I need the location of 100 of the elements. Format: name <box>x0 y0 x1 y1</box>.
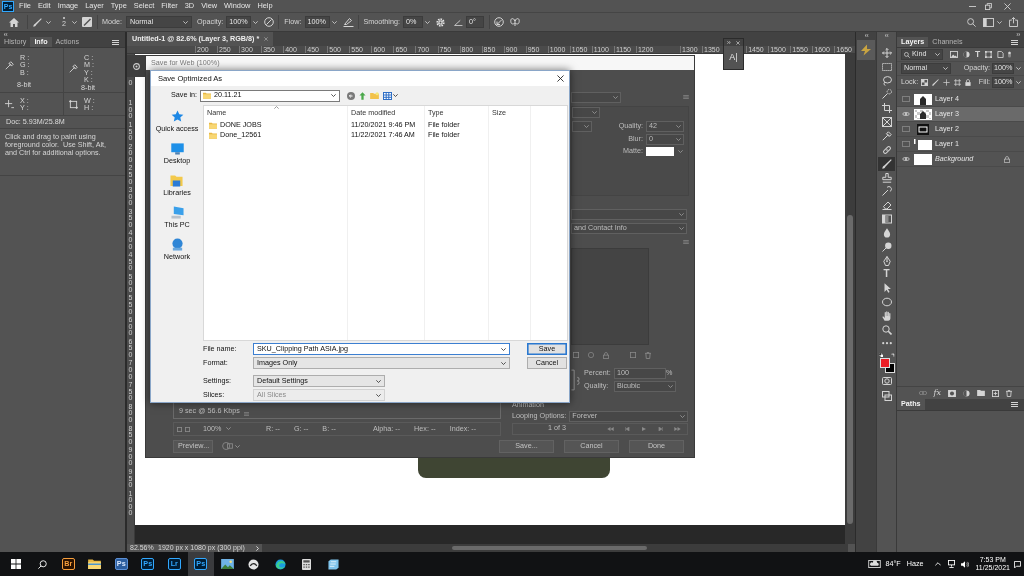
stamp-icon <box>881 172 892 183</box>
screen-mode-icon <box>881 391 892 402</box>
toggle-icon[interactable] <box>1008 51 1012 58</box>
folder-icon[interactable] <box>977 390 985 396</box>
next-frame-icon[interactable] <box>657 426 663 431</box>
folder-icon <box>203 92 211 99</box>
view-menu-button[interactable] <box>383 91 398 100</box>
lock-icon[interactable] <box>603 351 609 359</box>
collapse-icon[interactable] <box>3 33 8 36</box>
mask-icon[interactable] <box>948 389 956 397</box>
default-colors-icon[interactable] <box>878 352 883 357</box>
frame-icon <box>881 117 892 128</box>
browser-preview-icon[interactable] <box>222 442 233 450</box>
lasso-icon <box>881 75 892 86</box>
caret-icon <box>676 138 681 141</box>
caret-icon <box>235 444 240 448</box>
gradient-icon <box>881 214 892 225</box>
quick-mask-icon <box>881 376 892 387</box>
lightning-icon <box>860 44 872 56</box>
minimize-icon[interactable] <box>969 5 976 7</box>
back-icon[interactable] <box>347 91 355 100</box>
swap-colors-icon[interactable] <box>890 352 895 357</box>
caret-icon <box>46 20 51 24</box>
previous-frame-icon[interactable] <box>625 426 631 431</box>
pressure-size-icon[interactable] <box>493 17 504 27</box>
collapse-icon[interactable] <box>863 33 869 37</box>
artboard-icon[interactable] <box>954 79 962 86</box>
expand-icon[interactable] <box>1016 33 1021 36</box>
eye-icon[interactable] <box>902 156 910 162</box>
adjustment-filter-icon[interactable] <box>963 51 970 58</box>
type-filter-button[interactable]: T <box>975 50 981 59</box>
gear-icon[interactable] <box>435 17 445 27</box>
new-layer-icon[interactable] <box>992 389 999 397</box>
home-icon[interactable] <box>9 17 19 27</box>
scrollbar-thumb[interactable] <box>847 215 853 524</box>
search-icon[interactable] <box>38 559 47 569</box>
checkerboard-icon[interactable] <box>921 79 929 86</box>
play-icon[interactable] <box>642 426 646 431</box>
caret-icon <box>72 20 77 24</box>
history-brush-icon <box>881 186 892 197</box>
eye-icon[interactable] <box>902 111 910 117</box>
pressure-icon[interactable] <box>264 17 275 27</box>
chevron-up-icon[interactable] <box>935 562 942 566</box>
monitor-icon <box>170 142 184 155</box>
cloud-icon[interactable] <box>868 560 882 568</box>
up-arrow-icon[interactable] <box>359 91 366 100</box>
color-profile-dropdown[interactable] <box>571 209 687 220</box>
butterfly-icon[interactable] <box>509 17 520 27</box>
workspace-icon[interactable] <box>983 17 994 27</box>
last-frame-icon[interactable] <box>674 426 682 431</box>
tool-button[interactable]: T <box>878 267 895 282</box>
grid-icon <box>383 91 392 100</box>
close-icon[interactable] <box>557 75 564 82</box>
link-bracket-icon[interactable] <box>571 369 580 391</box>
foreground-color-swatch[interactable] <box>879 357 890 368</box>
circle-icon[interactable] <box>132 62 140 70</box>
brush-icon[interactable] <box>33 17 42 27</box>
map-color-icon[interactable] <box>573 352 579 358</box>
network-icon[interactable] <box>948 560 956 568</box>
chevron-right-icon[interactable] <box>256 545 259 551</box>
airbrush-icon[interactable] <box>342 17 354 27</box>
caret-icon <box>613 95 618 99</box>
windows-logo-icon[interactable] <box>11 559 21 569</box>
shape-filter-icon[interactable] <box>985 51 993 58</box>
expand-icon[interactable] <box>727 41 731 44</box>
move-icon[interactable] <box>943 79 951 86</box>
caret-icon <box>393 94 398 97</box>
image-filter-icon[interactable] <box>950 51 958 58</box>
caret-icon <box>592 111 597 114</box>
eraser-icon <box>881 200 892 211</box>
panel-button[interactable] <box>857 40 875 60</box>
hand-icon <box>881 310 892 321</box>
share-icon[interactable] <box>1009 17 1018 27</box>
trash-icon[interactable] <box>645 351 651 359</box>
brush-settings-icon[interactable] <box>82 17 92 27</box>
scrollbar-track[interactable] <box>845 54 855 544</box>
matte-swatch[interactable] <box>646 147 674 156</box>
layer-style-button[interactable]: fx <box>933 389 941 397</box>
background-color-swatch[interactable] <box>884 362 895 373</box>
volume-icon[interactable] <box>961 560 970 568</box>
angle-icon[interactable] <box>453 18 463 26</box>
visibility-box-icon[interactable] <box>902 141 910 147</box>
first-frame-icon[interactable] <box>606 426 614 431</box>
game-controller-icon <box>248 558 260 570</box>
scrollbar-thumb[interactable] <box>452 546 647 550</box>
collapse-icon[interactable] <box>884 33 889 37</box>
search-icon <box>904 51 910 58</box>
folder-icon <box>88 559 102 569</box>
caret-icon <box>183 20 188 24</box>
smart-object-filter-icon[interactable] <box>997 51 1005 58</box>
new-color-icon[interactable] <box>630 352 636 358</box>
layer-thumbnail-icon <box>914 138 932 150</box>
folder-icon <box>209 131 217 139</box>
lock-icon[interactable] <box>965 79 972 86</box>
layer-thumbnail-icon <box>914 153 932 165</box>
restore-icon[interactable] <box>985 2 992 10</box>
adjustment-layer-icon[interactable] <box>963 389 970 397</box>
notification-icon[interactable] <box>1014 560 1021 568</box>
tool-button[interactable] <box>878 156 895 171</box>
brush-icon[interactable] <box>932 79 940 86</box>
